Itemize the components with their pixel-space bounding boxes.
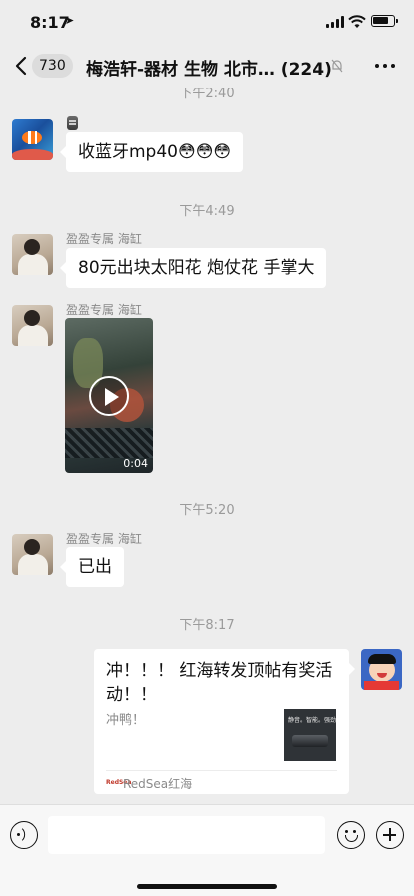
- input-bar: [0, 804, 414, 896]
- link-thumbnail: 静音。智能。强劲: [284, 709, 336, 761]
- link-description: 冲鸭！: [106, 713, 146, 728]
- message-bubble[interactable]: 已出: [60, 547, 124, 587]
- battery-level: [373, 17, 388, 24]
- timestamp: 下午8:17: [179, 618, 235, 633]
- home-indicator: [137, 884, 277, 889]
- emoji-icon[interactable]: [337, 821, 365, 849]
- link-source: RedSea红海: [123, 777, 193, 791]
- sender-name: 盈盈专属 海缸: [66, 232, 142, 246]
- message-list[interactable]: 下午2:40 收蓝牙mp40😳😳😳 下午4:49 盈盈专属 海缸 80元出块太阳…: [0, 88, 414, 804]
- avatar[interactable]: [12, 119, 53, 160]
- video-message[interactable]: 0:04: [65, 318, 153, 473]
- status-bar: 8:17 ➤: [0, 0, 414, 44]
- wifi-icon: [348, 15, 366, 28]
- location-arrow-icon: ➤: [65, 14, 75, 27]
- link-card-message[interactable]: 冲！！！ 红海转发顶帖有奖活动！！ 冲鸭！ 静音。智能。强劲 RedSea Re…: [94, 649, 355, 794]
- timestamp: 下午2:40: [179, 88, 235, 101]
- ellipsis-icon[interactable]: [375, 64, 397, 70]
- signal-icon: [326, 16, 344, 28]
- thumbnail-caption: 静音。智能。强劲: [288, 717, 336, 724]
- status-time: 8:17: [30, 13, 70, 32]
- chat-screen: 8:17 ➤ 730 梅浩轩-器材 生物 北市… (224) 下午2:40 收蓝…: [0, 0, 414, 896]
- avatar[interactable]: [12, 234, 53, 275]
- message-bubble[interactable]: 80元出块太阳花 炮仗花 手掌大: [59, 248, 327, 288]
- message-input[interactable]: [48, 816, 325, 854]
- link-title: 冲！！！ 红海转发顶帖有奖活动！！: [106, 661, 333, 705]
- battery-icon: [371, 15, 398, 27]
- chevron-left-icon[interactable]: [12, 55, 32, 77]
- timestamp: 下午5:20: [179, 503, 235, 518]
- video-duration: 0:04: [123, 457, 148, 470]
- sender-name: 盈盈专属 海缸: [66, 532, 142, 546]
- sender-badge-icon: [67, 116, 78, 130]
- bell-slash-icon: [331, 59, 343, 73]
- divider: [106, 770, 337, 771]
- avatar-self[interactable]: [361, 649, 402, 690]
- avatar[interactable]: [12, 305, 53, 346]
- message-bubble[interactable]: 收蓝牙mp40😳😳😳: [59, 132, 244, 172]
- plus-icon[interactable]: [376, 821, 404, 849]
- chat-title[interactable]: 梅浩轩-器材 生物 北市… (224): [86, 55, 332, 80]
- sender-name: 盈盈专属 海缸: [66, 303, 142, 317]
- avatar[interactable]: [12, 534, 53, 575]
- play-icon[interactable]: [89, 376, 129, 416]
- nav-bar: 730 梅浩轩-器材 生物 北市… (224): [0, 44, 414, 88]
- voice-icon[interactable]: [10, 821, 38, 849]
- timestamp: 下午4:49: [179, 204, 235, 219]
- unread-count-badge[interactable]: 730: [32, 54, 73, 78]
